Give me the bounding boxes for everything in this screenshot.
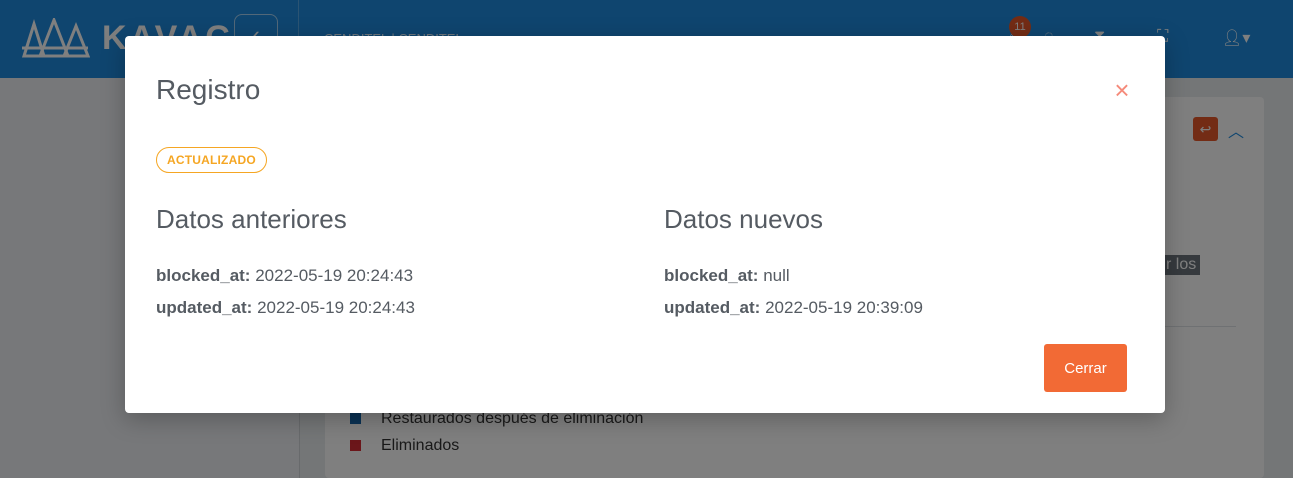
field-value: 2022-05-19 20:39:09 — [765, 298, 923, 317]
new-data-heading: Datos nuevos — [664, 204, 823, 234]
old-field-row: updated_at: 2022-05-19 20:24:43 — [156, 298, 415, 318]
record-modal: Registro × ACTUALIZADO Datos anteriores … — [125, 36, 1165, 413]
field-value: null — [763, 266, 790, 285]
field-key: updated_at: — [664, 298, 761, 317]
field-value: 2022-05-19 20:24:43 — [255, 266, 414, 285]
new-field-row: updated_at: 2022-05-19 20:39:09 — [664, 298, 923, 318]
old-field-row: blocked_at: 2022-05-19 20:24:43 — [156, 266, 413, 286]
close-icon[interactable]: × — [1110, 76, 1134, 104]
modal-title: Registro — [156, 74, 261, 105]
close-button[interactable]: Cerrar — [1044, 344, 1127, 392]
old-data-heading: Datos anteriores — [156, 204, 347, 234]
field-key: updated_at: — [156, 298, 253, 317]
new-field-row: blocked_at: null — [664, 266, 790, 286]
field-value: 2022-05-19 20:24:43 — [257, 298, 415, 317]
field-key: blocked_at: — [664, 266, 759, 285]
status-badge: ACTUALIZADO — [156, 147, 267, 173]
field-key: blocked_at: — [156, 266, 251, 285]
